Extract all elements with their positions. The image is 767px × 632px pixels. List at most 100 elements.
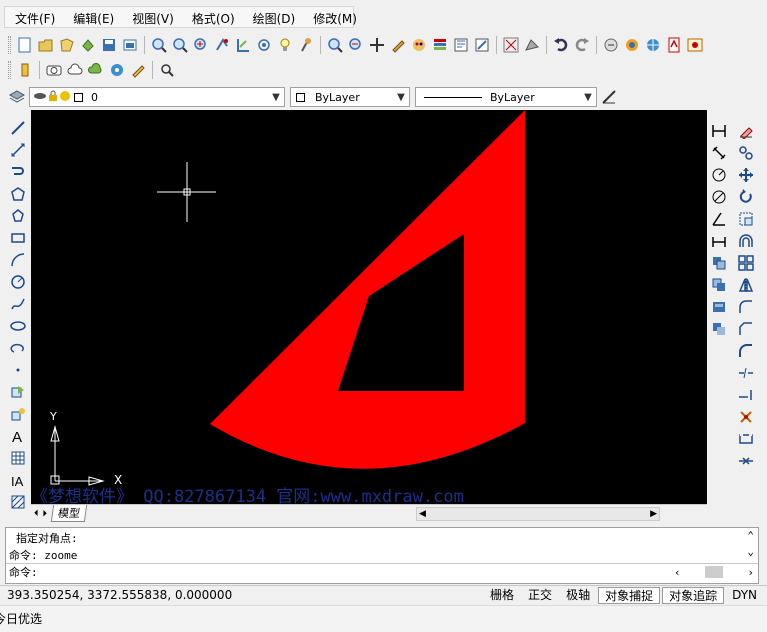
new-icon[interactable] [16, 36, 34, 54]
print-icon[interactable] [79, 36, 97, 54]
scroll-right-icon[interactable]: › [747, 566, 754, 579]
copy-icon[interactable] [737, 144, 755, 162]
dim-baseline-icon[interactable] [710, 232, 728, 250]
revcloud-icon[interactable] [87, 61, 105, 79]
table-icon[interactable] [9, 449, 27, 467]
save-icon[interactable] [58, 36, 76, 54]
make-block-icon[interactable] [9, 405, 27, 423]
purge-icon[interactable] [523, 36, 541, 54]
search-icon[interactable] [158, 61, 176, 79]
layer-select[interactable]: 0 ▼ [29, 87, 285, 107]
pan-icon[interactable] [213, 36, 231, 54]
copy-objects-icon[interactable] [710, 254, 728, 272]
zoom-icon[interactable] [326, 36, 344, 54]
redo-icon[interactable] [573, 36, 591, 54]
join-icon[interactable] [737, 452, 755, 470]
pentagon-icon[interactable] [9, 207, 27, 225]
command-history-scroll-up-icon[interactable]: ⌃ [747, 529, 754, 542]
ellipse-icon[interactable] [9, 317, 27, 335]
line-icon[interactable] [9, 119, 27, 137]
extend-icon[interactable] [737, 386, 755, 404]
dim-radius-icon[interactable] [710, 166, 728, 184]
tab-nav-prev-icon[interactable]: ⏵ [43, 509, 48, 519]
render-icon[interactable] [297, 36, 315, 54]
xline-icon[interactable] [9, 141, 27, 159]
point-icon[interactable] [9, 361, 27, 379]
dim-aligned-icon[interactable] [710, 144, 728, 162]
menu-format[interactable]: 格式(O) [182, 7, 243, 27]
linetype-select[interactable]: ByLayer ▼ [415, 87, 597, 107]
command-scrollbar[interactable]: ‹ › [674, 565, 754, 579]
polygon-icon[interactable] [9, 185, 27, 203]
circle-icon[interactable] [9, 273, 27, 291]
lineweight-icon[interactable] [600, 88, 618, 106]
zoom-extents-icon[interactable] [192, 36, 210, 54]
tab-nav-first-icon[interactable]: ⏴ [34, 509, 39, 519]
tab-model[interactable]: 模型 [50, 505, 88, 522]
image-icon[interactable] [686, 36, 704, 54]
preview-icon[interactable] [100, 36, 118, 54]
publish-icon[interactable] [121, 36, 139, 54]
menu-file[interactable]: 文件(F) [5, 7, 63, 27]
layers-icon[interactable] [8, 88, 26, 106]
command-input[interactable] [46, 564, 666, 578]
zoom-out-icon[interactable] [347, 36, 365, 54]
undo-icon[interactable] [552, 36, 570, 54]
menu-edit[interactable]: 编辑(E) [63, 7, 122, 27]
erase-icon[interactable] [737, 122, 755, 140]
toggle-grid[interactable]: 栅格 [484, 587, 520, 604]
color-wheel-icon[interactable] [623, 36, 641, 54]
ellipse-arc-icon[interactable] [9, 339, 27, 357]
fillet-icon[interactable] [737, 298, 755, 316]
pencil-icon[interactable] [16, 61, 34, 79]
toggle-osnap[interactable]: 对象捕捉 [598, 586, 661, 604]
zoom-realtime-icon[interactable] [150, 36, 168, 54]
scroll-left-icon[interactable]: ‹ [674, 566, 681, 579]
spline-icon[interactable] [9, 295, 27, 313]
drawing-canvas[interactable]: Y X 《梦想软件》 QQ:827867134 官网:www.mxdraw.co… [31, 110, 707, 504]
dim-diameter-icon[interactable] [710, 188, 728, 206]
toggle-dyn[interactable]: DYN [726, 587, 763, 604]
pan-move-icon[interactable] [368, 36, 386, 54]
scale-icon[interactable] [737, 210, 755, 228]
light-icon[interactable] [276, 36, 294, 54]
taskbar-label[interactable]: 今日优选 [0, 610, 42, 627]
rotate-icon[interactable] [737, 188, 755, 206]
menu-view[interactable]: 视图(V) [122, 7, 182, 27]
dim-angular-icon[interactable] [710, 210, 728, 228]
cloud-icon[interactable] [66, 61, 84, 79]
menu-draw[interactable]: 绘图(D) [243, 7, 304, 27]
matchprop-icon[interactable] [410, 36, 428, 54]
pencil-icon[interactable] [389, 36, 407, 54]
stack-icon[interactable] [710, 276, 728, 294]
text-icon[interactable]: A [9, 427, 27, 445]
horizontal-scrollbar[interactable]: ◀ ▶ [416, 506, 661, 521]
ungroup-icon[interactable] [710, 320, 728, 338]
globe-icon[interactable] [644, 36, 662, 54]
open-icon[interactable] [37, 36, 55, 54]
compass-icon[interactable] [108, 61, 126, 79]
offset-icon[interactable] [737, 232, 755, 250]
rectangle-icon[interactable] [9, 229, 27, 247]
block-icon[interactable] [473, 36, 491, 54]
zoom-previous-icon[interactable] [234, 36, 252, 54]
toolbar-grip[interactable] [8, 61, 11, 79]
scroll-left-icon[interactable]: ◀ [417, 509, 426, 519]
zoom-window-icon[interactable] [171, 36, 189, 54]
xref-icon[interactable] [502, 36, 520, 54]
trim-icon[interactable] [737, 364, 755, 382]
layer-icon[interactable] [452, 36, 470, 54]
arc-icon[interactable] [9, 251, 27, 269]
hatch-icon[interactable] [9, 493, 27, 511]
mirror-icon[interactable] [737, 276, 755, 294]
fillet-round-icon[interactable] [737, 342, 755, 360]
mtext-icon[interactable]: IA [9, 471, 27, 489]
move-icon[interactable] [737, 166, 755, 184]
recycle-icon[interactable] [602, 36, 620, 54]
insert-block-icon[interactable] [9, 383, 27, 401]
color-select[interactable]: ByLayer ▼ [290, 87, 410, 107]
camera-icon[interactable] [45, 61, 63, 79]
toolbar-grip[interactable] [8, 36, 11, 54]
toggle-ortho[interactable]: 正交 [522, 587, 558, 604]
pen-icon[interactable] [129, 61, 147, 79]
